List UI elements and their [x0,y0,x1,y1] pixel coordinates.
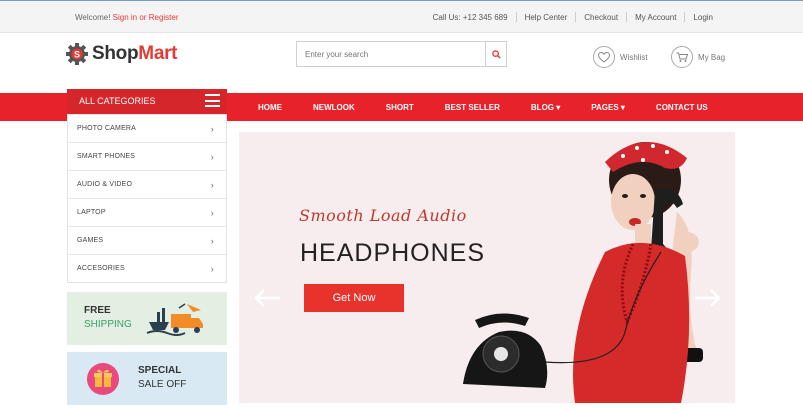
category-label: SMART PHONES [77,153,136,160]
free-shipping-banner[interactable]: FREE SHIPPING [67,292,227,345]
sale-off-label: SALE OFF [138,379,187,390]
category-item-audio-video[interactable]: AUDIO & VIDEO › [68,170,226,198]
search-box [296,41,507,67]
free-shipping-text: FREE SHIPPING [84,304,132,332]
cart-icon [671,46,693,68]
category-label: AUDIO & VIDEO [77,181,133,188]
special-sale-text: SPECIAL SALE OFF [138,364,186,392]
nav-item-contact-us[interactable]: CONTACT US [656,103,708,112]
category-item-photo-camera[interactable]: PHOTO CAMERA › [68,114,226,142]
chevron-right-icon: › [210,207,214,218]
login-link[interactable]: Login [693,13,713,22]
nav-item-home[interactable]: HOME [258,103,282,112]
category-label: GAMES [77,237,104,244]
search-input[interactable] [297,42,485,66]
sign-in-link[interactable]: Sign in [113,13,137,22]
slide-subtitle: Smooth Load Audio [299,206,467,225]
call-us-text: Call Us: +12 345 689 [432,12,508,22]
or-text: or [139,13,147,22]
arrow-right-icon[interactable] [694,288,722,309]
category-label: PHOTO CAMERA [77,125,137,132]
register-link[interactable]: Register [149,13,179,22]
category-item-laptop[interactable]: LAPTOP › [68,198,226,226]
chevron-right-icon: › [210,263,214,274]
slide-headline: HEADPHONES [300,239,486,267]
help-center-link[interactable]: Help Center [525,13,568,22]
wishlist-label: Wishlist [620,52,648,62]
page: Welcome! Sign in or Register Call Us: +1… [0,0,803,411]
hero-slider: Smooth Load Audio HEADPHONES Get Now [239,132,735,403]
all-categories-header[interactable]: ALL CATEGORIES [67,89,227,113]
gift-icon [87,363,119,395]
logo-text: ShopMart [92,43,178,65]
logo-shop: Shop [92,43,139,64]
arrow-left-icon[interactable] [253,288,281,309]
my-bag-label: My Bag [698,52,726,62]
category-label: ACCESORIES [77,265,125,272]
nav-items: HOME NEWLOOK SHORT BEST SELLER BLOG ▾ PA… [258,93,739,121]
svg-text:S: S [74,50,80,60]
my-account-link[interactable]: My Account [635,13,676,22]
category-label: LAPTOP [77,209,106,216]
logo[interactable]: S ShopMart [66,43,178,65]
all-categories-title: ALL CATEGORIES [79,96,156,106]
gear-logo-icon: S [66,43,88,65]
nav-item-best-seller[interactable]: BEST SELLER [445,103,500,112]
special-sale-banner[interactable]: SPECIAL SALE OFF [67,352,227,405]
category-item-smart-phones[interactable]: SMART PHONES › [68,142,226,170]
my-bag-link[interactable]: My Bag [671,46,725,68]
menu-icon[interactable] [205,94,220,107]
top-bar: Welcome! Sign in or Register Call Us: +1… [0,0,803,33]
wishlist-link[interactable]: Wishlist [593,46,648,68]
nav-item-blog[interactable]: BLOG ▾ [531,103,560,112]
chevron-right-icon: › [210,123,214,134]
free-label: FREE [84,305,111,316]
chevron-right-icon: › [210,151,214,162]
logo-mart: Mart [138,43,178,64]
nav-item-short[interactable]: SHORT [386,103,414,112]
category-list: PHOTO CAMERA › SMART PHONES › AUDIO & VI… [67,114,227,283]
shipping-label: SHIPPING [84,319,132,330]
search-button[interactable] [485,42,506,66]
nav-item-pages[interactable]: PAGES ▾ [591,103,625,112]
chevron-right-icon: › [210,235,214,246]
welcome-text: Welcome! Sign in or Register [75,13,179,22]
search-icon [491,49,501,59]
heart-icon [593,46,615,68]
welcome-label: Welcome! [75,13,111,22]
chevron-right-icon: › [210,179,214,190]
checkout-link[interactable]: Checkout [584,13,618,22]
special-label: SPECIAL [138,365,182,376]
shipping-truck-icon [146,303,203,336]
category-item-accesories[interactable]: ACCESORIES › [68,254,226,282]
woman-with-phone-image [463,141,703,403]
top-links: Call Us: +12 345 689 Help Center Checkou… [433,12,713,22]
nav-item-newlook[interactable]: NEWLOOK [313,103,355,112]
category-item-games[interactable]: GAMES › [68,226,226,254]
get-now-button[interactable]: Get Now [304,284,404,312]
